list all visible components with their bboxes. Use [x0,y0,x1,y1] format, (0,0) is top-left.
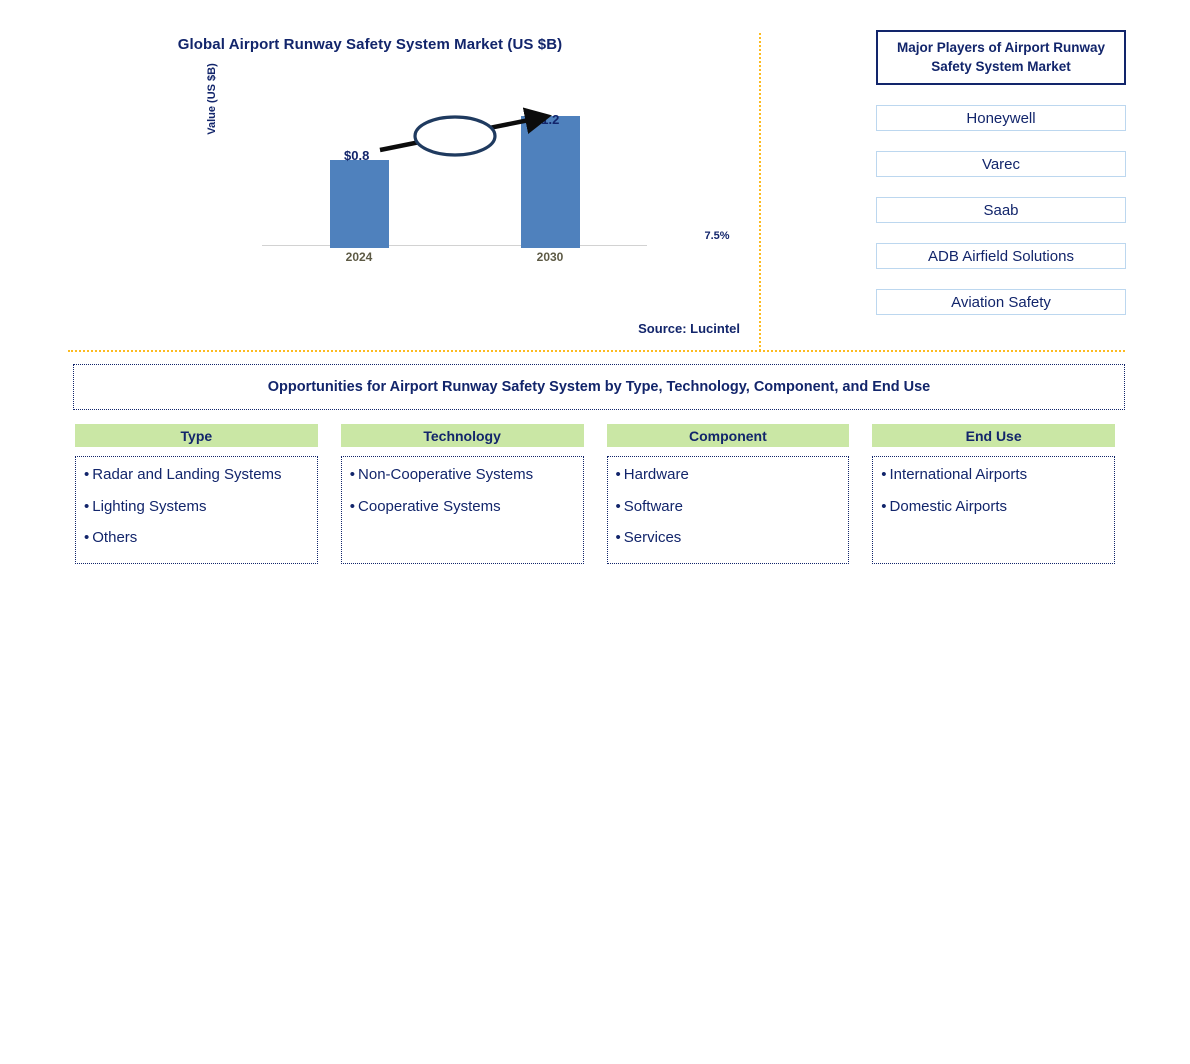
bullet-icon: • [615,466,621,483]
player-item[interactable]: Aviation Safety [876,289,1126,315]
category-item-label: Radar and Landing Systems [92,466,282,483]
bullet-icon: • [349,497,356,515]
opportunity-categories: Type • Radar and Landing Systems • Lightin… [75,424,1115,564]
bar-2024 [330,160,389,248]
category-item-list: • International Airports • Domestic Airpor… [872,456,1115,564]
category-item: • Domestic Airports [881,497,1106,516]
major-players-panel: Major Players of Airport Runway Safety S… [876,30,1126,315]
category-item-list: • Non-Cooperative Systems • Cooperative Sy… [340,456,584,564]
category-item: • International Airports [881,466,1106,484]
category-header: Type [75,424,318,447]
bar-value-2024: $0.8 [344,148,370,163]
chart-title: Global Airport Runway Safety System Mark… [177,36,563,53]
category-item-label: International Airports [889,466,1028,483]
player-item[interactable]: Varec [876,151,1126,177]
category-item: • Hardware [615,466,841,484]
bullet-icon: • [881,466,887,483]
category-column-technology: Technology • Non-Cooperative Systems • Coo… [340,424,584,564]
bullet-icon: • [84,497,90,515]
bullet-icon: • [881,497,887,515]
market-chart-panel: Global Airport Runway Safety System Mark… [0,0,759,350]
category-header: Technology [340,424,584,447]
player-item[interactable]: Saab [876,197,1126,223]
x-tick-2030: 2030 [536,250,564,264]
category-item: • Software [615,497,841,516]
category-column-type: Type • Radar and Landing Systems • Lightin… [75,424,318,564]
category-item-label: Services [623,529,682,546]
category-item-label: Domestic Airports [889,497,1008,515]
bullet-icon: • [615,529,621,546]
category-header: Component [606,424,850,447]
player-item[interactable]: Honeywell [876,105,1126,131]
chart-y-axis-label: Value (US $B) [206,63,218,135]
category-item-list: • Hardware • Software • Services [606,456,850,564]
category-item: • Lighting Systems [84,497,309,516]
cagr-value-label: 7.5% [704,230,730,242]
category-item-list: • Radar and Landing Systems • Lighting Sys… [75,456,318,564]
x-tick-2024: 2024 [345,250,373,264]
category-item-label: Lighting Systems [92,497,207,515]
bar-2030 [521,116,580,248]
bullet-icon: • [615,497,621,515]
bullet-icon: • [84,466,90,483]
category-header: End Use [872,424,1115,447]
player-item[interactable]: ADB Airfield Solutions [876,243,1126,269]
chart-plot-area: $0.8 $1.2 [262,100,647,248]
category-item-label: Hardware [623,466,689,483]
category-item-label: Others [92,529,138,546]
major-players-header: Major Players of Airport Runway Safety S… [876,30,1126,85]
vertical-divider [759,33,761,351]
source-note: Source: Lucintel [638,321,740,336]
major-players-list: Honeywell Varec Saab ADB Airfield Soluti… [876,105,1126,315]
category-column-end-use: End Use • International Airports • Domesti… [872,424,1115,564]
category-item-label: Non-Cooperative Systems [358,466,534,483]
category-item: • Non-Cooperative Systems [349,466,575,484]
category-item: • Others [84,529,309,547]
category-item: • Cooperative Systems [349,497,575,516]
category-item: • Radar and Landing Systems [84,466,309,484]
bar-value-2030: $1.2 [534,112,560,127]
bullet-icon: • [349,466,356,483]
category-item: • Services [615,529,841,547]
category-item-label: Cooperative Systems [358,497,501,515]
category-column-component: Component • Hardware • Software • Services [606,424,850,564]
opportunities-banner: Opportunities for Airport Runway Safety … [73,364,1125,410]
horizontal-divider [68,350,1125,352]
bullet-icon: • [84,529,90,546]
category-item-label: Software [623,497,683,515]
